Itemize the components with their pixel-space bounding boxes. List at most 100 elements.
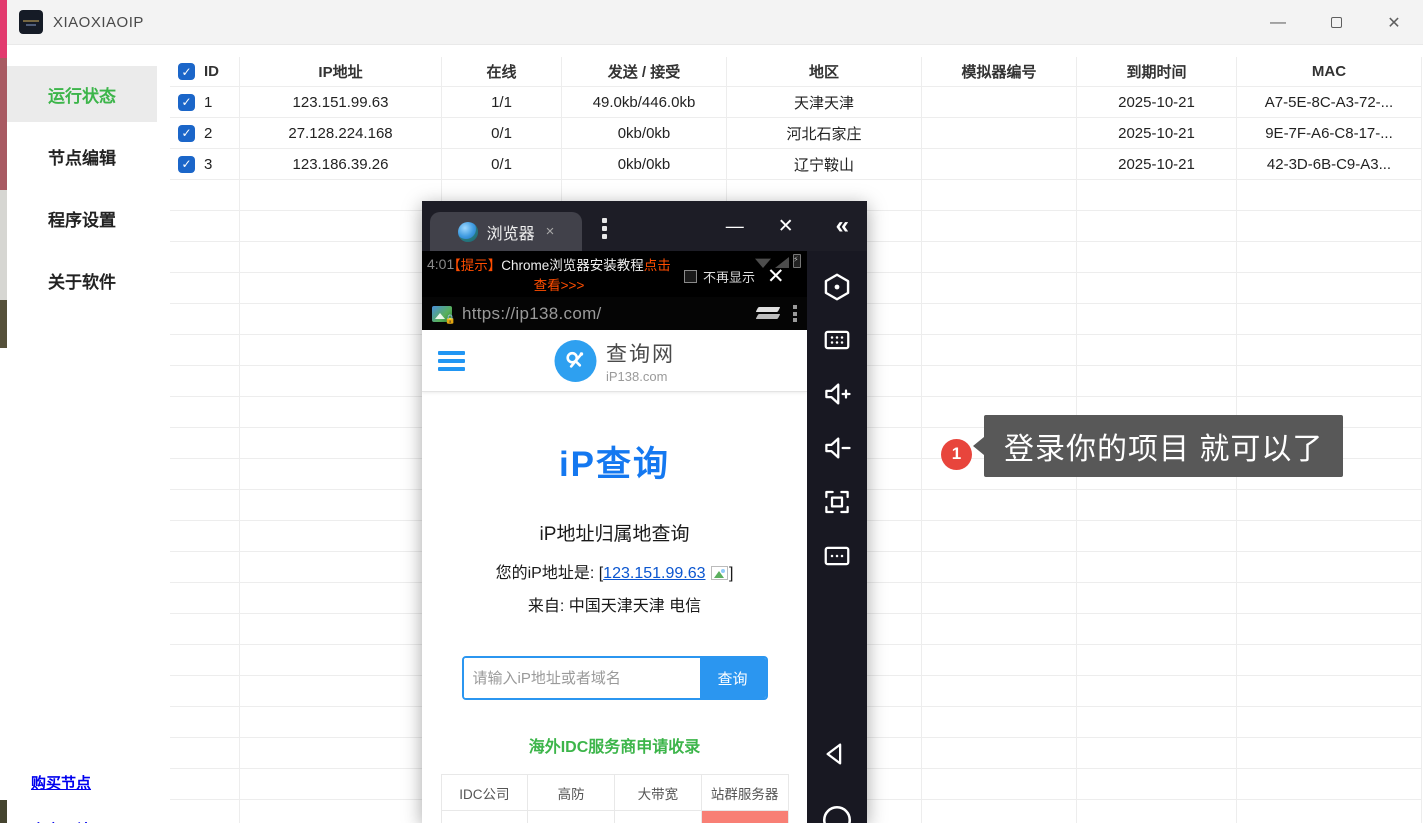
browser-menu-icon[interactable] (793, 305, 797, 322)
emulator-minimize-button[interactable]: — (726, 216, 744, 237)
back-icon[interactable] (822, 739, 852, 774)
notification-close-icon[interactable]: ✕ (767, 264, 785, 289)
cell-region: 河北石家庄 (727, 118, 922, 149)
empty-cell (170, 366, 240, 397)
cell-expire: 2025-10-21 (1077, 87, 1237, 118)
empty-cell (922, 707, 1077, 738)
search-button[interactable]: 查询 (700, 658, 766, 698)
logo-title: 查询网 (606, 338, 675, 368)
empty-cell (1077, 521, 1237, 552)
empty-cell (922, 180, 1077, 211)
sidebar-item-run-status[interactable]: 运行状态 (7, 66, 157, 122)
empty-cell (922, 800, 1077, 823)
cell-traffic: 0kb/0kb (562, 118, 727, 149)
settings-icon[interactable] (821, 271, 853, 308)
collapse-panel-icon[interactable]: « (836, 212, 849, 240)
sidebar-item-settings[interactable]: 程序设置 (7, 190, 157, 246)
address-url[interactable]: https://ip138.com/ (462, 304, 602, 324)
row-checkbox[interactable]: ✓ (178, 125, 195, 142)
sidebar-item-node-edit[interactable]: 节点编辑 (7, 128, 157, 184)
empty-cell (1237, 583, 1422, 614)
volume-down-icon[interactable] (822, 433, 852, 468)
header-col-5: 模拟器编号 (922, 57, 1077, 87)
browser-tab[interactable]: 浏览器 × (430, 212, 582, 251)
fullscreen-icon[interactable] (822, 487, 852, 522)
dismiss-checkbox[interactable] (684, 270, 697, 283)
quick-link[interactable]: 站群服务器 (702, 775, 789, 811)
tab-close-icon[interactable]: × (546, 223, 555, 240)
quick-link[interactable]: iP查询接口 (702, 811, 789, 823)
sidebar-link-official-site[interactable]: 官方网站>> (31, 819, 109, 823)
cell-ip: 27.128.224.168 (240, 118, 442, 149)
annotation: 1 登录你的项目 就可以了 (941, 415, 1343, 477)
quick-link[interactable]: UserAgent (442, 811, 529, 823)
empty-cell (240, 490, 442, 521)
window-maximize-button[interactable] (1307, 0, 1365, 45)
logo-subtitle: iP138.com (606, 369, 675, 384)
tabs-switcher-icon[interactable] (757, 307, 779, 321)
header-col-4: 地区 (727, 57, 922, 87)
empty-cell (170, 304, 240, 335)
row-checkbox[interactable]: ✓ (178, 156, 195, 173)
notification-prefix: 【提示】 (447, 258, 501, 273)
empty-cell (170, 707, 240, 738)
volume-up-icon[interactable] (822, 379, 852, 414)
empty-cell (1077, 242, 1237, 273)
notification-body: Chrome浏览器安装教程 (501, 258, 644, 273)
sidebar-item-about[interactable]: 关于软件 (7, 252, 157, 308)
header-id: ✓ID (170, 57, 240, 87)
window-close-button[interactable]: ✕ (1365, 0, 1423, 45)
quick-link[interactable]: iP计算器 (615, 811, 702, 823)
quick-link[interactable]: IDC公司 (442, 775, 529, 811)
empty-cell (240, 552, 442, 583)
row-checkbox[interactable]: ✓ (178, 94, 195, 111)
hamburger-menu-icon[interactable] (438, 351, 465, 371)
cell-traffic: 0kb/0kb (562, 149, 727, 180)
empty-cell (1077, 490, 1237, 521)
window-minimize-button[interactable]: — (1249, 0, 1307, 45)
cell-expire: 2025-10-21 (1077, 149, 1237, 180)
notification-action-line2[interactable]: 查看>>> (534, 278, 585, 293)
cell-emulator-no (922, 87, 1077, 118)
quick-link[interactable]: 公共DNS (528, 811, 615, 823)
idc-heading: 海外IDC服务商申请收录 (422, 733, 807, 757)
address-bar[interactable]: 🔒 https://ip138.com/ (422, 297, 807, 330)
empty-cell (922, 552, 1077, 583)
header-col-3: 发送 / 接受 (562, 57, 727, 87)
empty-cell (922, 645, 1077, 676)
phone-screen: 4:01 【提示】Chrome浏览器安装教程点击 查看>>> 不 (422, 251, 807, 823)
site-logo[interactable]: 查询网 iP138.com (554, 338, 675, 384)
empty-cell (170, 769, 240, 800)
empty-cell (240, 273, 442, 304)
notification-action[interactable]: 点击 (644, 258, 671, 273)
home-icon[interactable] (820, 803, 854, 823)
notification-text[interactable]: 【提示】Chrome浏览器安装教程点击 查看>>> (436, 256, 682, 295)
emulator-close-button[interactable]: ✕ (778, 215, 794, 238)
empty-cell (922, 769, 1077, 800)
more-icon[interactable] (822, 541, 852, 576)
edge-segment (0, 0, 7, 58)
keyboard-icon[interactable] (822, 325, 852, 360)
empty-cell (1237, 211, 1422, 242)
ip-address-link[interactable]: 123.151.99.63 (603, 565, 705, 582)
empty-cell (240, 366, 442, 397)
empty-cell (240, 242, 442, 273)
ip-search-input[interactable] (464, 658, 700, 698)
cell-mac: A7-5E-8C-A3-72-... (1237, 87, 1422, 118)
empty-cell (240, 707, 442, 738)
page-headline: iP查询 (422, 436, 807, 487)
sidebar-link-buy-node[interactable]: 购买节点 (31, 772, 109, 793)
empty-cell (1077, 676, 1237, 707)
empty-cell (1237, 242, 1422, 273)
dismiss-option[interactable]: 不再显示 (684, 267, 755, 286)
empty-cell (1237, 676, 1422, 707)
tab-menu-icon[interactable] (602, 218, 607, 239)
empty-cell (1077, 335, 1237, 366)
row-checkbox[interactable]: ✓ (178, 63, 195, 80)
quick-link[interactable]: 大带宽 (615, 775, 702, 811)
app-logo-icon (19, 10, 43, 34)
emulator-toolbar (807, 251, 867, 823)
empty-cell (240, 459, 442, 490)
section-title: iP地址归属地查询 (422, 519, 807, 546)
quick-link[interactable]: 高防 (528, 775, 615, 811)
